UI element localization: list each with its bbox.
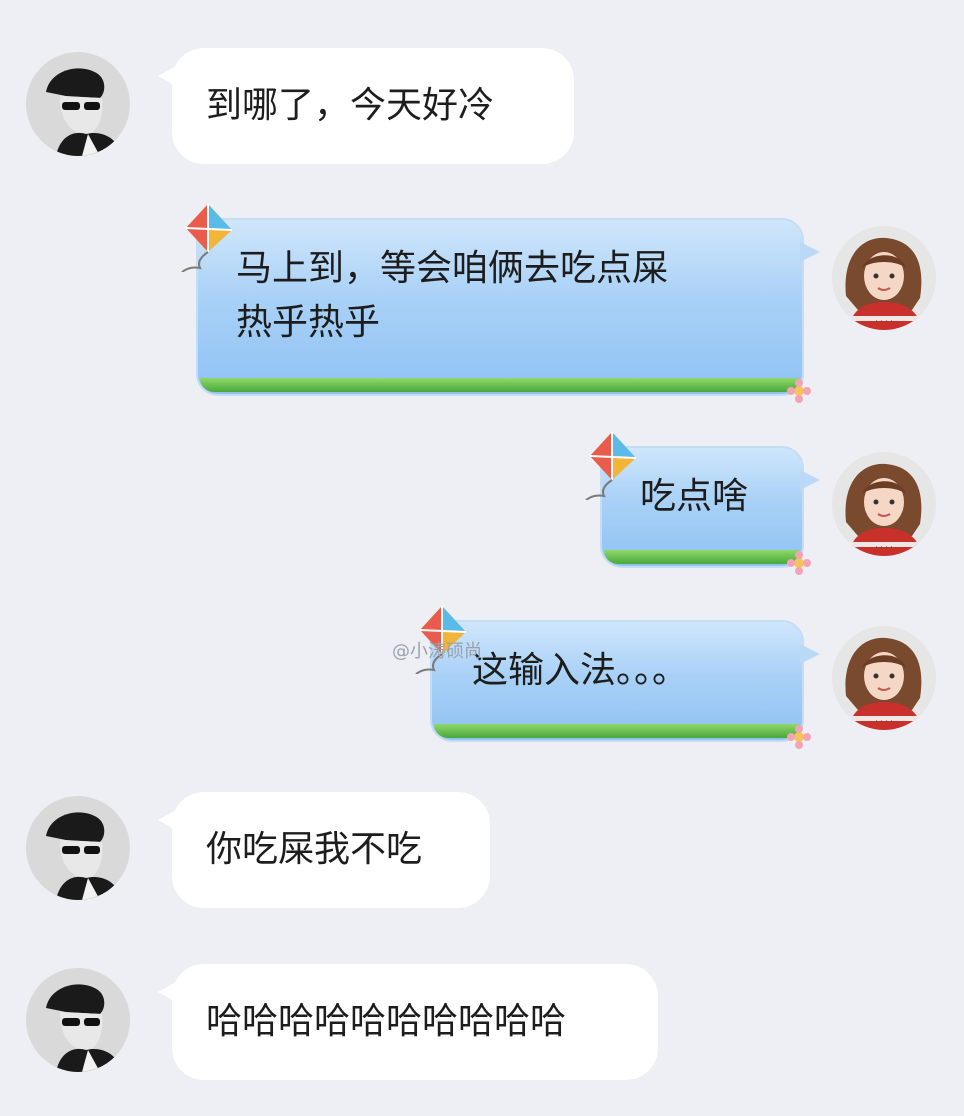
- bubble-tail: [800, 242, 820, 262]
- girl-avatar-icon: · · · ·: [832, 226, 936, 330]
- message-text: 哈哈哈哈哈哈哈哈哈哈: [206, 1001, 567, 1042]
- svg-text:· · · ·: · · · ·: [875, 717, 893, 726]
- flower-icon: [787, 725, 811, 749]
- self-avatar[interactable]: · · · ·: [832, 452, 936, 556]
- kite-icon: [181, 204, 233, 272]
- kite-icon: [585, 432, 637, 500]
- bubble-tail: [800, 644, 820, 664]
- girl-avatar-icon: · · · ·: [832, 452, 936, 556]
- message-text: 到哪了，今天好冷: [206, 85, 495, 126]
- incoming-message-bubble[interactable]: 你吃屎我不吃: [158, 792, 490, 908]
- grass-decoration: [434, 724, 800, 738]
- self-avatar[interactable]: · · · ·: [832, 226, 936, 330]
- self-avatar[interactable]: · · · ·: [832, 626, 936, 730]
- outgoing-message-bubble[interactable]: 这输入法。。。: [415, 606, 820, 749]
- chat-thread: 到哪了，今天好冷 马上到，等会咱俩去吃点屎 热乎热乎 · · · · 吃点啥 ·…: [0, 0, 964, 1116]
- message-text-line: 吃点啥: [640, 476, 749, 517]
- contact-avatar[interactable]: [26, 52, 130, 156]
- girl-avatar-icon: · · · ·: [832, 626, 936, 730]
- svg-text:· · · ·: · · · ·: [875, 543, 893, 552]
- man-sunglasses-avatar-icon: [26, 52, 130, 156]
- grass-decoration: [200, 378, 800, 392]
- watermark: @小涛硕尚: [392, 641, 482, 662]
- contact-avatar[interactable]: [26, 968, 130, 1072]
- flower-icon: [787, 551, 811, 575]
- man-sunglasses-avatar-icon: [26, 968, 130, 1072]
- message-text-line: 这输入法。。。: [472, 650, 689, 691]
- incoming-message-bubble[interactable]: 哈哈哈哈哈哈哈哈哈哈: [158, 964, 658, 1080]
- contact-avatar[interactable]: [26, 796, 130, 900]
- svg-text:· · · ·: · · · ·: [875, 317, 893, 326]
- grass-decoration: [604, 550, 800, 564]
- outgoing-message-bubble[interactable]: 马上到，等会咱俩去吃点屎 热乎热乎: [181, 204, 820, 403]
- incoming-message-bubble[interactable]: 到哪了，今天好冷: [158, 48, 574, 164]
- message-text-line: 马上到，等会咱俩去吃点屎: [236, 248, 669, 289]
- bubble-tail: [800, 470, 820, 490]
- flower-icon: [787, 379, 811, 403]
- outgoing-message-bubble[interactable]: 吃点啥: [585, 432, 820, 575]
- message-text: 你吃屎我不吃: [206, 829, 423, 870]
- man-sunglasses-avatar-icon: [26, 796, 130, 900]
- message-text-line: 热乎热乎: [236, 302, 381, 343]
